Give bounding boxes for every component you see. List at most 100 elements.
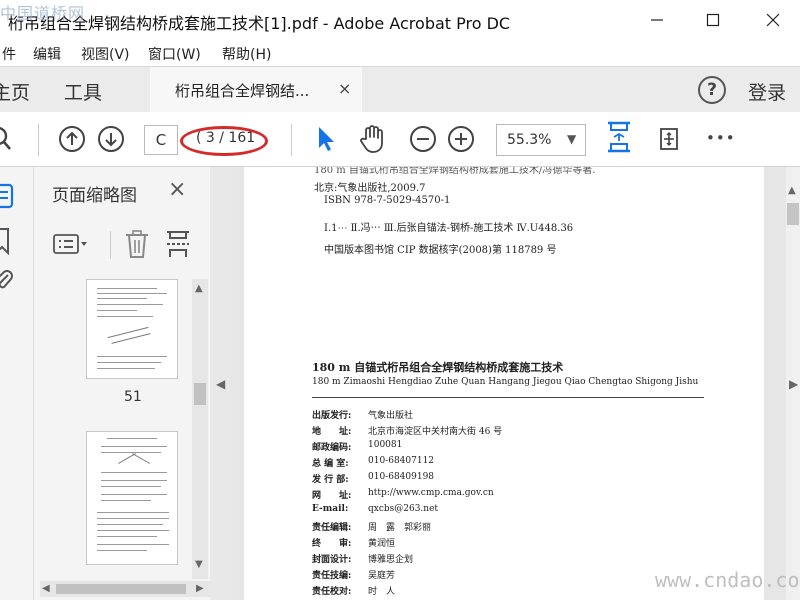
tab-home[interactable]: 主页 [0, 78, 30, 105]
hand-tool-icon[interactable] [358, 124, 388, 154]
menu-edit[interactable]: 编辑 [33, 44, 61, 64]
toolbar-separator [291, 124, 292, 156]
left-navigation-rail [0, 167, 34, 600]
thumbnails-scrollbar[interactable]: ▲ ▼ [192, 279, 208, 579]
cip-first-line: 180 m 自锚式桁吊组合全焊钢结构桥成套施工技术/冯德华等著. [314, 167, 596, 176]
help-icon[interactable]: ? [698, 76, 726, 104]
page-thumbnail[interactable] [86, 279, 178, 379]
panel-separator [110, 231, 111, 259]
thumbnails-panel: 页面缩略图 × 51 ▲ ▼ ◀ ▶ [34, 167, 210, 600]
colophon-value: 010-68409198 [368, 472, 435, 482]
zoom-level-select[interactable]: 55.3% ▼ [496, 124, 586, 156]
panel-tools-row [34, 225, 210, 265]
panel-title: 页面缩略图 [52, 186, 137, 206]
scroll-thumb[interactable] [194, 383, 206, 405]
rotate-page-icon[interactable] [654, 124, 684, 154]
colophon-value: 黄润恒 [368, 539, 396, 549]
minimize-button[interactable] [634, 0, 680, 40]
next-page-icon[interactable] [96, 124, 126, 154]
colophon-value: 博雅思企划 [368, 555, 414, 565]
colophon-label: 总 编 室: [312, 459, 349, 469]
scroll-left-icon[interactable]: ◀ [42, 583, 50, 594]
maximize-button[interactable] [690, 0, 736, 40]
scroll-up-icon[interactable]: ▲ [195, 283, 203, 294]
document-tab-label: 桁吊组合全焊钢结... [175, 82, 310, 100]
colophon-label: 地 址: [312, 427, 352, 437]
zoom-in-icon[interactable] [446, 124, 476, 154]
watermark-top-left: 中国道桥网 [0, 4, 86, 23]
panel-collapse-strip[interactable]: ◀ [210, 167, 230, 600]
colophon-label: 封面设计: [312, 555, 352, 565]
scroll-thumb[interactable] [787, 203, 799, 225]
colophon-label: 出版发行: [312, 411, 352, 421]
colophon-label: 终 审: [312, 539, 352, 549]
cip-line: 中国版本图书馆 CIP 数据核字(2008)第 118789 号 [324, 245, 557, 256]
bookmarks-icon[interactable] [0, 227, 14, 259]
chevron-down-icon: ▼ [567, 132, 577, 146]
menu-view[interactable]: 视图(V) [81, 44, 130, 64]
cip-line: Ⅰ.1⋯ Ⅱ.冯⋯ Ⅲ.后张自锚法-钢桥-施工技术 Ⅳ.U448.36 [324, 223, 574, 234]
collapse-panel-icon[interactable]: ◀ [216, 377, 225, 391]
expand-right-panel-icon[interactable]: ▶ [789, 377, 798, 391]
scroll-right-icon[interactable]: ▶ [196, 583, 204, 594]
tab-tools[interactable]: 工具 [64, 78, 102, 105]
search-icon[interactable] [0, 124, 18, 154]
divider-line [312, 397, 704, 398]
fit-page-icon[interactable] [604, 121, 634, 153]
title-bar: 桁吊组合全焊钢结构桥成套施工技术[1].pdf - Adobe Acrobat … [0, 0, 800, 40]
menu-bar: 件 编辑 视图(V) 窗口(W) 帮助(H) [0, 40, 800, 66]
thumbnail-page-number: 51 [124, 389, 142, 405]
cip-line: 北京:气象出版社,2009.7 [314, 183, 426, 194]
close-window-button[interactable] [750, 0, 796, 40]
colophon-value: 气象出版社 [368, 411, 414, 421]
scroll-up-icon[interactable]: ▲ [788, 185, 796, 196]
attachments-icon[interactable] [0, 267, 14, 299]
colophon-value: 时 人 [368, 587, 396, 597]
red-highlight-circle [180, 126, 268, 156]
close-panel-icon[interactable]: × [168, 177, 186, 202]
toolbar: C ( 3 / 161 55.3% ▼ ••• [0, 112, 800, 167]
toolbar-separator [38, 124, 39, 156]
page-thumbnails-icon[interactable] [0, 183, 16, 215]
colophon-value: 010-68407112 [368, 456, 435, 466]
scroll-down-icon[interactable]: ▼ [195, 559, 203, 570]
document-view[interactable]: 180 m 自锚式桁吊组合全焊钢结构桥成套施工技术/冯德华等著. 北京:气象出版… [230, 167, 786, 600]
book-title-pinyin: 180 m Zimaoshi Hengdiao Zuhe Quan Hangan… [312, 377, 699, 387]
colophon-label: 责任编辑: [312, 523, 352, 533]
colophon-label: 发 行 部: [312, 475, 349, 485]
colophon-label: 网 址: [312, 491, 352, 501]
colophon-value: 吴庭芳 [368, 571, 396, 581]
colophon-value: http://www.cmp.cma.gov.cn [368, 488, 494, 498]
zoom-level-value: 55.3% [507, 132, 552, 148]
colophon-value: 周 露 郭彩丽 [368, 523, 432, 533]
page-thumbnail[interactable] [86, 431, 178, 565]
insert-page-icon[interactable] [164, 229, 192, 263]
menu-window[interactable]: 窗口(W) [148, 44, 201, 64]
thumbnail-options-icon[interactable] [52, 233, 92, 259]
watermark-bottom-right: www.cndao.com [655, 568, 800, 592]
colophon-label: 责任校对: [312, 587, 352, 597]
document-scrollbar[interactable]: ▲ ▶ [786, 167, 800, 600]
delete-page-icon[interactable] [124, 229, 150, 263]
cip-line: ISBN 978-7-5029-4570-1 [324, 195, 451, 206]
thumbnails-horizontal-scrollbar[interactable]: ◀ ▶ [40, 581, 210, 597]
page-number-input[interactable]: C [144, 125, 178, 155]
book-title: 180 m 自锚式桁吊组合全焊钢结构桥成套施工技术 [312, 361, 564, 374]
more-tools-icon[interactable]: ••• [706, 129, 736, 147]
menu-help[interactable]: 帮助(H) [222, 44, 271, 64]
colophon-label: 邮政编码: [312, 443, 352, 453]
colophon-label: E-mail: [312, 504, 349, 514]
select-cursor-icon[interactable] [311, 124, 341, 154]
colophon-label: 责任技编: [312, 571, 352, 581]
scroll-thumb[interactable] [56, 584, 186, 594]
menu-file[interactable]: 件 [2, 44, 16, 64]
close-tab-icon[interactable]: × [338, 79, 351, 98]
colophon-value: qxcbs@263.net [368, 504, 439, 514]
zoom-out-icon[interactable] [408, 124, 438, 154]
colophon-value: 100081 [368, 440, 403, 450]
document-tab[interactable]: 桁吊组合全焊钢结... × [150, 67, 362, 113]
colophon-value: 北京市海淀区中关村南大街 46 号 [368, 427, 503, 437]
tab-bar: 主页 工具 桁吊组合全焊钢结... × ? 登录 [0, 66, 800, 113]
login-button[interactable]: 登录 [748, 78, 786, 105]
previous-page-icon[interactable] [57, 124, 87, 154]
